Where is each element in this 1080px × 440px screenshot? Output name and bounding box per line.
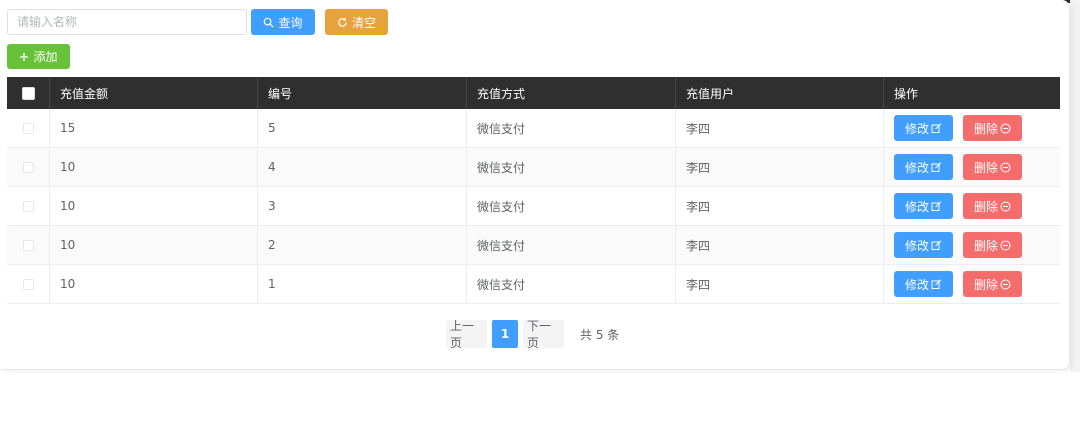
table-row: 15 5 微信支付 李四 修改 删除 <box>7 109 1060 148</box>
delete-button-label: 删除 <box>973 121 998 136</box>
delete-button[interactable]: 删除 <box>963 154 1022 180</box>
row-checkbox-cell <box>7 187 50 225</box>
minus-circle-icon <box>1000 279 1011 290</box>
clear-button[interactable]: 清空 <box>325 9 388 35</box>
actions-cell: 修改 删除 <box>884 109 1060 147</box>
edit-icon <box>931 161 942 173</box>
edit-button[interactable]: 修改 <box>894 271 953 297</box>
delete-button-label: 删除 <box>973 238 998 253</box>
minus-circle-icon <box>1000 162 1011 173</box>
search-input[interactable] <box>7 9 247 35</box>
user-cell: 李四 <box>676 148 884 186</box>
table-header: 充值金额 编号 充值方式 充值用户 操作 <box>7 77 1060 109</box>
table-body: 15 5 微信支付 李四 修改 删除 10 4 微信支付 李四 修改 删除 10… <box>7 109 1060 304</box>
edit-icon <box>931 278 942 290</box>
add-button-label: 添加 <box>33 50 58 64</box>
user-cell: 李四 <box>676 265 884 303</box>
clear-button-label: 清空 <box>351 15 376 30</box>
column-header-user[interactable]: 充值用户 <box>676 77 884 109</box>
column-header-method[interactable]: 充值方式 <box>467 77 676 109</box>
column-header-id[interactable]: 编号 <box>258 77 467 109</box>
edit-button[interactable]: 修改 <box>894 232 953 258</box>
edit-button[interactable]: 修改 <box>894 115 953 141</box>
delete-button[interactable]: 删除 <box>963 193 1022 219</box>
row-checkbox[interactable] <box>22 200 34 212</box>
amount-cell: 10 <box>50 187 258 225</box>
minus-circle-icon <box>1000 123 1011 134</box>
table-row: 10 4 微信支付 李四 修改 删除 <box>7 148 1060 187</box>
refresh-icon <box>337 17 348 28</box>
edit-button-label: 修改 <box>904 277 929 292</box>
actions-cell: 修改 删除 <box>884 187 1060 225</box>
query-button-label: 查询 <box>278 15 303 30</box>
row-checkbox[interactable] <box>22 278 34 290</box>
amount-cell: 10 <box>50 148 258 186</box>
add-button[interactable]: 添加 <box>7 44 70 69</box>
next-page-button[interactable]: 下一页 <box>523 319 564 350</box>
amount-cell: 15 <box>50 109 258 147</box>
method-cell: 微信支付 <box>467 187 676 225</box>
row-checkbox-cell <box>7 148 50 186</box>
edit-button[interactable]: 修改 <box>894 193 953 219</box>
column-header-amount[interactable]: 充值金额 <box>50 77 258 109</box>
query-button[interactable]: 查询 <box>251 9 315 35</box>
main-panel: 查询 清空 添加 充值金额 编号 充值方式 充值用户 操作 15 <box>0 0 1070 370</box>
edit-icon <box>931 200 942 212</box>
delete-button[interactable]: 删除 <box>963 232 1022 258</box>
actions-cell: 修改 删除 <box>884 265 1060 303</box>
row-checkbox[interactable] <box>22 122 34 134</box>
delete-button[interactable]: 删除 <box>963 115 1022 141</box>
id-cell: 4 <box>258 148 467 186</box>
row-checkbox[interactable] <box>22 239 34 251</box>
page-number-button[interactable]: 1 <box>492 320 518 348</box>
edit-icon <box>931 122 942 134</box>
edit-icon <box>931 239 942 251</box>
table-row: 10 1 微信支付 李四 修改 删除 <box>7 265 1060 304</box>
select-all-cell <box>7 77 50 109</box>
column-header-actions: 操作 <box>894 86 919 101</box>
actions-cell: 修改 删除 <box>884 148 1060 186</box>
id-cell: 3 <box>258 187 467 225</box>
search-icon <box>263 17 274 28</box>
id-cell: 2 <box>258 226 467 264</box>
plus-icon <box>19 52 29 62</box>
delete-button[interactable]: 删除 <box>963 271 1022 297</box>
data-table: 充值金额 编号 充值方式 充值用户 操作 15 5 微信支付 李四 修改 删除 … <box>7 77 1060 304</box>
row-checkbox[interactable] <box>22 161 34 173</box>
row-checkbox-cell <box>7 109 50 147</box>
edit-button-label: 修改 <box>904 121 929 136</box>
row-checkbox-cell <box>7 226 50 264</box>
table-row: 10 3 微信支付 李四 修改 删除 <box>7 187 1060 226</box>
actions-cell: 修改 删除 <box>884 226 1060 264</box>
user-cell: 李四 <box>676 109 884 147</box>
window-right-edge <box>1070 0 1080 372</box>
amount-cell: 10 <box>50 226 258 264</box>
table-row: 10 2 微信支付 李四 修改 删除 <box>7 226 1060 265</box>
method-cell: 微信支付 <box>467 148 676 186</box>
method-cell: 微信支付 <box>467 109 676 147</box>
minus-circle-icon <box>1000 201 1011 212</box>
delete-button-label: 删除 <box>973 277 998 292</box>
pagination: 上一页 1 下一页 共 5 条 <box>446 319 620 350</box>
method-cell: 微信支付 <box>467 265 676 303</box>
row-checkbox-cell <box>7 265 50 303</box>
total-count: 共 5 条 <box>580 327 620 342</box>
edit-button-label: 修改 <box>904 238 929 253</box>
minus-circle-icon <box>1000 240 1011 251</box>
edit-button-label: 修改 <box>904 199 929 214</box>
select-all-checkbox[interactable] <box>21 86 35 100</box>
method-cell: 微信支付 <box>467 226 676 264</box>
delete-button-label: 删除 <box>973 160 998 175</box>
prev-page-button[interactable]: 上一页 <box>446 319 487 350</box>
edit-button[interactable]: 修改 <box>894 154 953 180</box>
edit-button-label: 修改 <box>904 160 929 175</box>
user-cell: 李四 <box>676 226 884 264</box>
user-cell: 李四 <box>676 187 884 225</box>
amount-cell: 10 <box>50 265 258 303</box>
delete-button-label: 删除 <box>973 199 998 214</box>
id-cell: 5 <box>258 109 467 147</box>
id-cell: 1 <box>258 265 467 303</box>
